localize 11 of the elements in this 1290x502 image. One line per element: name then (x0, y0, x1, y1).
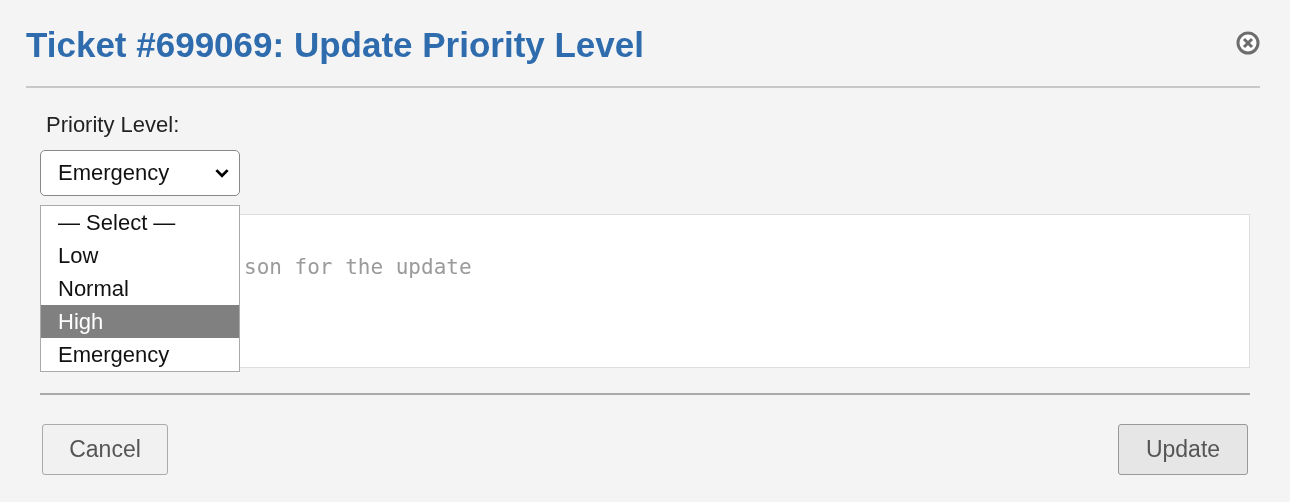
dropdown-option[interactable]: Emergency (41, 338, 239, 371)
dialog-title: Ticket #699069: Update Priority Level (26, 24, 644, 65)
dropdown-option[interactable]: High (41, 305, 239, 338)
close-icon[interactable] (1236, 31, 1260, 55)
update-button[interactable]: Update (1118, 424, 1248, 475)
dropdown-option[interactable]: Low (41, 239, 239, 272)
dropdown-option[interactable]: Normal (41, 272, 239, 305)
caret-icon (215, 168, 229, 178)
cancel-button[interactable]: Cancel (42, 424, 168, 475)
priority-select[interactable]: Emergency (40, 150, 240, 196)
field-label: Priority Level: (46, 112, 180, 138)
